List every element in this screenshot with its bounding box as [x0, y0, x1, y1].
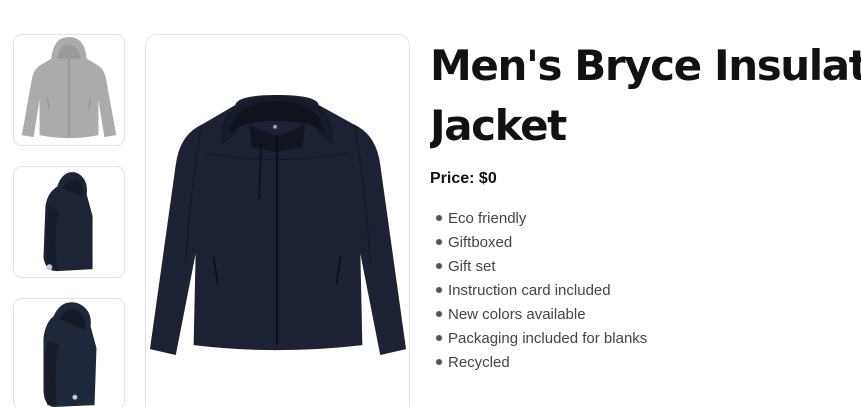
- feature-label: Packaging included for blanks: [448, 329, 648, 347]
- jacket-side-hood-navy-image: [43, 302, 97, 407]
- thumbnail-front-grey[interactable]: [13, 34, 125, 146]
- bullet-icon: [436, 239, 442, 245]
- feature-label: Gift set: [448, 257, 496, 275]
- feature-item: New colors available: [436, 302, 861, 326]
- jacket-side-navy-image: [43, 172, 93, 272]
- main-product-image[interactable]: [145, 34, 410, 407]
- bullet-icon: [436, 335, 442, 341]
- jacket-front-grey-image: [21, 36, 117, 139]
- thumbnail-side-hood-navy[interactable]: [13, 298, 125, 407]
- bullet-icon: [436, 287, 442, 293]
- feature-label: New colors available: [448, 305, 586, 323]
- feature-item: Giftboxed: [436, 230, 861, 254]
- feature-item: Gift set: [436, 254, 861, 278]
- feature-label: Instruction card included: [448, 281, 611, 299]
- product-title-line-2: Jacket: [430, 101, 567, 150]
- feature-label: Eco friendly: [448, 209, 527, 227]
- jacket-front-navy-image: [149, 95, 407, 356]
- bullet-icon: [436, 359, 442, 365]
- product-price: Price: $0: [430, 170, 497, 187]
- feature-label: Giftboxed: [448, 233, 513, 251]
- product-page: Men's Bryce Insulated Jacket Price: $0 E…: [0, 0, 861, 407]
- feature-list: Eco friendly Giftboxed Gift set Instruct…: [436, 206, 861, 374]
- feature-item: Instruction card included: [436, 278, 861, 302]
- product-title: Men's Bryce Insulated Jacket: [430, 36, 861, 156]
- bullet-icon: [436, 263, 442, 269]
- feature-item: Eco friendly: [436, 206, 861, 230]
- product-title-line-1: Men's Bryce Insulated: [430, 41, 861, 90]
- feature-item: Recycled: [436, 350, 861, 374]
- feature-label: Recycled: [448, 353, 510, 371]
- product-info: Men's Bryce Insulated Jacket Price: $0 E…: [430, 36, 861, 374]
- thumbnail-side-navy[interactable]: [13, 166, 125, 278]
- bullet-icon: [436, 311, 442, 317]
- bullet-icon: [436, 215, 442, 221]
- feature-item: Packaging included for blanks: [436, 326, 861, 350]
